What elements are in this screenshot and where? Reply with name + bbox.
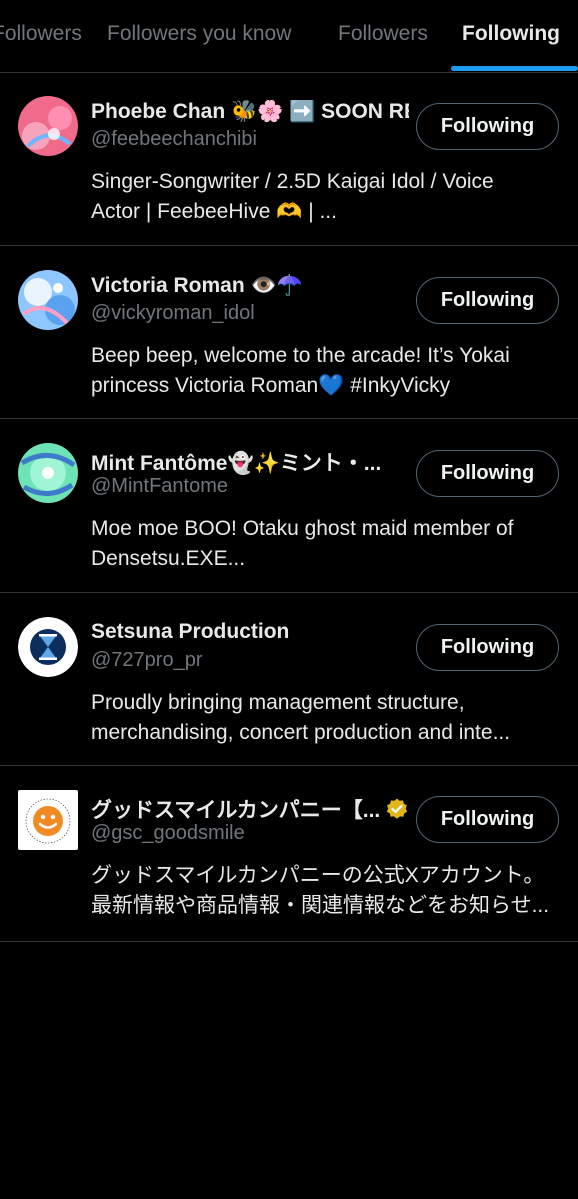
user-name[interactable]: Phoebe Chan 🐝🌸 ➡️ SOON REBL... (91, 100, 409, 124)
user-bio: グッドスマイルカンパニーの公式Xアカウント。 最新情報や商品情報・関連情報などを… (91, 864, 550, 917)
user-bio: Proudly bringing management structure, m… (91, 691, 511, 744)
following-button[interactable]: Following (416, 796, 559, 843)
user-name[interactable]: グッドスマイルカンパニー【... (91, 794, 409, 824)
tab-bar: Followers Followers you know Followers F… (0, 0, 578, 73)
blue-anime-avatar[interactable] (18, 270, 78, 330)
following-button[interactable]: Following (416, 450, 559, 497)
user-bio: Moe moe BOO! Otaku ghost maid member of … (91, 517, 514, 570)
user-name[interactable]: Mint Fantôme👻✨ミント・... (91, 447, 409, 477)
user-bio: Beep beep, welcome to the arcade! It’s Y… (91, 344, 510, 397)
tab-followers-partial[interactable]: Followers (0, 22, 82, 46)
tab-followers-you-know[interactable]: Followers you know (107, 22, 291, 46)
following-button[interactable]: Following (416, 277, 559, 324)
user-handle[interactable]: @vickyroman_idol (91, 302, 409, 325)
list-item[interactable]: Phoebe Chan 🐝🌸 ➡️ SOON REBL... @feebeech… (0, 73, 578, 246)
list-item[interactable]: Setsuna Production @727pro_pr Following … (0, 593, 578, 766)
user-name[interactable]: Setsuna Production (91, 620, 409, 644)
smiley-logo-avatar[interactable] (18, 790, 78, 850)
following-list: Phoebe Chan 🐝🌸 ➡️ SOON REBL... @feebeech… (0, 73, 578, 942)
user-name[interactable]: Victoria Roman 👁️☂️ (91, 274, 409, 298)
following-button[interactable]: Following (416, 103, 559, 150)
list-item[interactable]: グッドスマイルカンパニー【... @gsc_goodsmile Followin… (0, 766, 578, 942)
list-item[interactable]: Mint Fantôme👻✨ミント・... @MintFantome Follo… (0, 419, 578, 593)
user-handle[interactable]: @727pro_pr (91, 649, 409, 672)
pink-anime-avatar[interactable] (18, 96, 78, 156)
tab-following[interactable]: Following (462, 22, 560, 46)
following-button[interactable]: Following (416, 624, 559, 671)
gold-verified-badge-icon (385, 797, 409, 821)
hourglass-logo-avatar[interactable] (18, 617, 78, 677)
user-handle[interactable]: @feebeechanchibi (91, 128, 409, 151)
active-tab-indicator (451, 66, 578, 71)
tab-followers[interactable]: Followers (338, 22, 428, 46)
user-handle[interactable]: @MintFantome (91, 475, 409, 498)
user-handle[interactable]: @gsc_goodsmile (91, 822, 409, 845)
list-item[interactable]: Victoria Roman 👁️☂️ @vickyroman_idol Fol… (0, 246, 578, 419)
mint-anime-avatar[interactable] (18, 443, 78, 503)
user-bio: Singer-Songwriter / 2.5D Kaigai Idol / V… (91, 170, 494, 223)
